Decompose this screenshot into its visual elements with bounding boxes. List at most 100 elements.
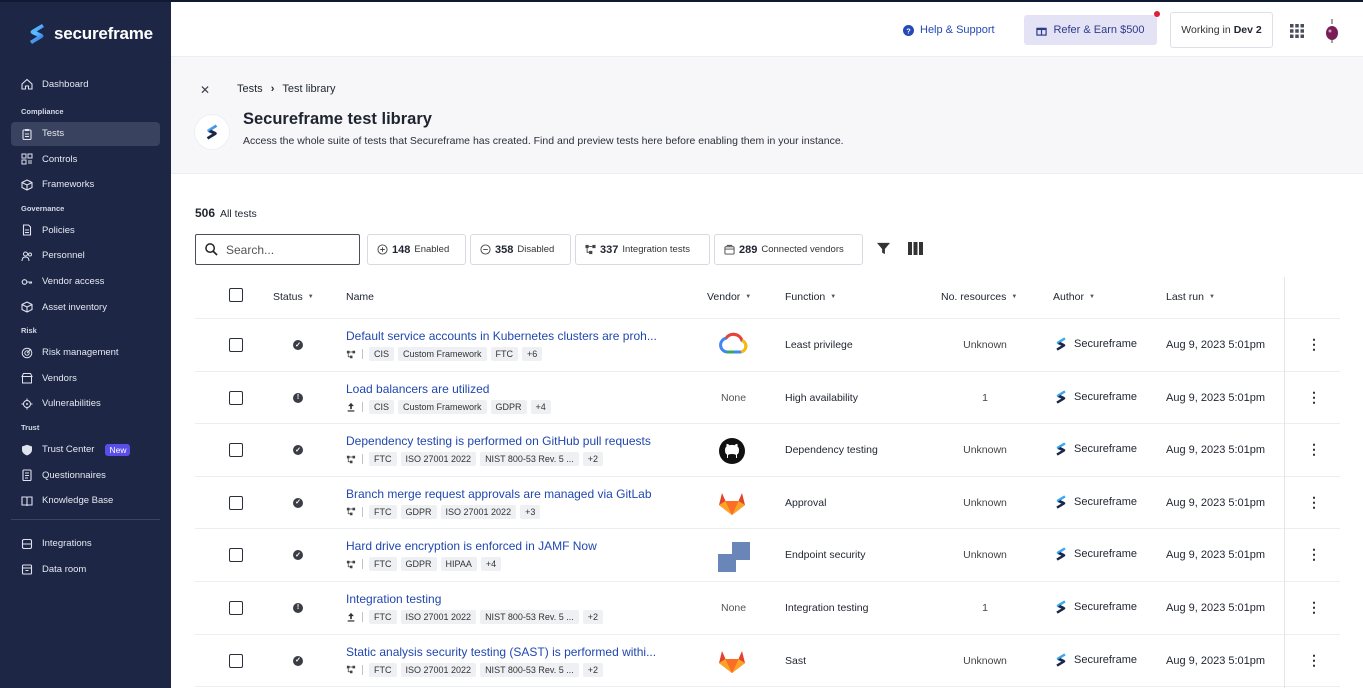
author-name: Secureframe [1074, 443, 1137, 456]
sticky-column-divider [1284, 277, 1285, 688]
more-options-icon[interactable]: ⋮ [1307, 390, 1321, 404]
filter-chip-connected-vendors[interactable]: 289 Connected vendors [714, 234, 863, 265]
row-checkbox[interactable] [229, 495, 243, 510]
test-name-link[interactable]: Dependency testing is performed on GitHu… [346, 434, 651, 448]
test-name-link[interactable]: Static analysis security testing (SAST) … [346, 645, 656, 659]
filter-chip-disabled[interactable]: 358 Disabled [470, 234, 571, 265]
integration-type-icon [346, 350, 356, 358]
sidebar-item-vulnerabilities[interactable]: Vulnerabilities [11, 392, 160, 416]
row-checkbox[interactable] [229, 390, 243, 405]
sidebar-item-integrations[interactable]: Integrations [11, 532, 160, 556]
filter-icon[interactable] [877, 242, 890, 255]
sidebar-item-label: Vendors [42, 372, 77, 384]
sidebar-item-frameworks[interactable]: Frameworks [11, 173, 160, 197]
row-checkbox[interactable] [229, 443, 243, 458]
sidebar-item-data-room[interactable]: Data room [11, 557, 160, 581]
filter-chip-integration-tests[interactable]: 337 Integration tests [575, 234, 710, 265]
test-name-link[interactable]: Branch merge request approvals are manag… [346, 487, 652, 501]
archive-icon [21, 564, 33, 575]
table-row[interactable]: ✓ Hard drive encryption is enforced in J… [195, 529, 1340, 582]
columns-icon[interactable] [908, 242, 923, 255]
row-checkbox[interactable] [229, 600, 243, 615]
help-support-link[interactable]: ? Help & Support [903, 24, 995, 36]
column-header-vendor[interactable]: Vendor ▼ [707, 291, 751, 303]
sidebar-item-policies[interactable]: Policies [11, 218, 160, 242]
row-checkbox[interactable] [229, 338, 243, 352]
new-badge: New [105, 443, 131, 456]
select-all-checkbox[interactable] [229, 288, 243, 302]
table-row[interactable]: ! Integration testing FTC ISO 27001 2022 N… [195, 582, 1340, 635]
row-checkbox[interactable] [229, 653, 243, 668]
refer-earn-button[interactable]: Refer & Earn $500 [1024, 11, 1160, 45]
apps-grid-icon[interactable] [1290, 24, 1304, 38]
table-row[interactable]: ✓ Dependency testing is performed on Git… [195, 424, 1340, 477]
breadcrumb-tests[interactable]: Tests [237, 83, 263, 95]
row-checkbox[interactable] [229, 548, 243, 563]
sidebar-item-label: Risk management [42, 347, 119, 359]
test-name-link[interactable]: Hard drive encryption is enforced in JAM… [346, 539, 597, 553]
column-header-status[interactable]: Status ▼ [273, 291, 314, 303]
radar-icon [21, 347, 33, 359]
sidebar-item-knowledge-base[interactable]: Knowledge Base [11, 489, 160, 513]
column-header-function[interactable]: Function ▼ [785, 291, 836, 303]
more-options-icon[interactable]: ⋮ [1307, 600, 1321, 614]
table-row[interactable]: ✓ Branch merge request approvals are man… [195, 477, 1340, 530]
nav-section-compliance: Compliance [21, 107, 64, 117]
sort-caret-icon: ▼ [1088, 294, 1095, 300]
framework-tag: FTC [369, 452, 397, 467]
breadcrumb-test-library: Test library [282, 83, 336, 95]
more-options-icon[interactable]: ⋮ [1307, 495, 1321, 509]
sidebar-item-dashboard[interactable]: Dashboard [11, 72, 160, 96]
vendor-icon [724, 244, 735, 255]
filter-chip-enabled[interactable]: 148 Enabled [367, 234, 466, 265]
book-icon [21, 496, 33, 506]
test-function: Least privilege [785, 339, 853, 351]
test-name-link[interactable]: Integration testing [346, 592, 441, 606]
column-header-name[interactable]: Name [346, 291, 374, 303]
author-name: Secureframe [1074, 548, 1137, 561]
author-name: Secureframe [1074, 390, 1137, 403]
last-run: Aug 9, 2023 5:01pm [1166, 339, 1266, 351]
more-options-icon[interactable]: ⋮ [1307, 653, 1321, 667]
sidebar-item-asset-inventory[interactable]: Asset inventory [11, 295, 160, 319]
sidebar-item-label: Vendor access [42, 276, 105, 288]
more-options-icon[interactable]: ⋮ [1307, 337, 1321, 351]
table-row[interactable]: ! Load balancers are utilized CIS Custom … [195, 372, 1340, 425]
user-avatar[interactable] [1324, 19, 1340, 43]
more-options-icon[interactable]: ⋮ [1307, 547, 1321, 561]
brand-logo[interactable]: secureframe [28, 22, 153, 46]
svg-text:?: ? [906, 26, 911, 35]
gitlab-logo-icon [719, 492, 745, 515]
sidebar-item-personnel[interactable]: Personnel [11, 244, 160, 268]
test-name-link[interactable]: Load balancers are utilized [346, 382, 489, 396]
sidebar-item-vendor-access[interactable]: Vendor access [11, 270, 160, 294]
tag-separator [362, 349, 363, 359]
topbar: ? Help & Support Refer & Earn $500 Worki… [171, 0, 1363, 57]
sidebar-item-trust-center[interactable]: Trust Center New [11, 438, 160, 462]
column-label: Status [273, 291, 303, 303]
sidebar-item-questionnaires[interactable]: Questionnaires [11, 463, 160, 487]
notification-dot [1154, 11, 1160, 17]
workspace-switcher[interactable]: Working in Dev 2 [1170, 12, 1273, 48]
sidebar-item-controls[interactable]: Controls [11, 147, 160, 171]
last-run: Aug 9, 2023 5:01pm [1166, 654, 1266, 667]
framework-tag: NIST 800-53 Rev. 5 ... [480, 662, 579, 677]
plug-icon [21, 538, 33, 549]
sidebar-item-tests[interactable]: Tests [11, 121, 160, 146]
search-box[interactable] [195, 234, 360, 265]
framework-tag: Custom Framework [398, 399, 487, 414]
test-name-link[interactable]: Default service accounts in Kubernetes c… [346, 329, 657, 343]
column-header-last-run[interactable]: Last run ▼ [1166, 291, 1215, 303]
refer-label: Refer & Earn $500 [1053, 24, 1145, 36]
sidebar-item-vendors[interactable]: Vendors [11, 366, 160, 390]
more-options-icon[interactable]: ⋮ [1307, 442, 1321, 456]
gift-icon [1036, 27, 1048, 36]
table-row[interactable]: ✓ Default service accounts in Kubernetes… [195, 319, 1340, 372]
column-header-no-resources[interactable]: No. resources ▼ [941, 291, 1017, 303]
close-icon[interactable]: ✕ [200, 83, 210, 97]
column-header-author[interactable]: Author ▼ [1053, 291, 1095, 303]
sidebar-item-risk-management[interactable]: Risk management [11, 341, 160, 365]
table-row[interactable]: ✓ Static analysis security testing (SAST… [195, 635, 1340, 688]
search-input[interactable] [226, 242, 346, 257]
tag-list: FTC ISO 27001 2022 NIST 800-53 Rev. 5 ... +… [346, 662, 604, 677]
